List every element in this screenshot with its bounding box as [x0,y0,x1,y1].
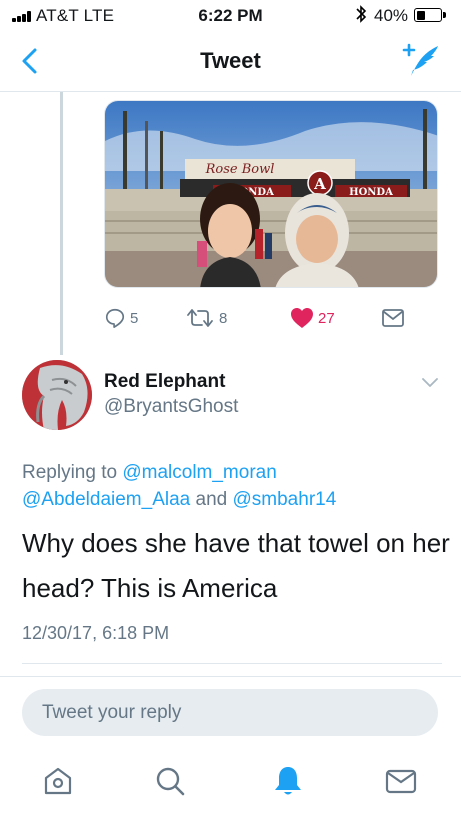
retweet-count: 8 [219,309,228,327]
compose-tweet-button[interactable] [398,40,442,80]
nav-bar: Tweet [0,30,461,92]
like-count: 27 [318,309,335,327]
tweet-text: Why does she have that towel on her head… [22,528,450,603]
retweet-icon [187,309,213,327]
tab-search[interactable] [152,763,188,799]
tweet-timestamp: 12/30/17, 6:18 PM [22,623,170,643]
reply-count: 5 [130,309,139,327]
retweet-action[interactable]: 8 [185,305,227,331]
compose-tweet-icon [402,43,438,76]
mention-link[interactable]: @malcolm_moran [122,462,276,483]
home-icon [44,767,72,795]
tab-home[interactable] [40,763,76,799]
search-icon [156,767,185,796]
divider [22,663,442,664]
tweet-options-button[interactable] [420,376,440,390]
thread-connector-line [60,92,63,355]
sign-script-text: Rose Bowl [205,162,275,177]
avatar[interactable] [22,360,92,430]
direct-message-action[interactable] [381,305,405,331]
replying-label: Replying to [22,462,118,483]
reply-icon [105,308,125,328]
bluetooth-icon [355,4,367,29]
chevron-down-icon [422,378,438,387]
mention-link[interactable]: @smbahr14 [233,489,337,510]
reply-placeholder: Tweet your reply [42,702,182,723]
author-handle[interactable]: @BryantsGhost [104,396,238,418]
elephant-avatar-image [22,360,92,430]
battery-tip [443,12,446,18]
battery-percent: 40% [374,6,409,25]
tab-messages[interactable] [383,763,419,799]
battery-icon [414,8,442,22]
sign-emblem-text: A [313,175,326,193]
notifications-icon [275,767,301,795]
sign-right-text: HONDA [349,187,393,198]
photo-image: HONDA HONDA A Rose Bowl [105,101,437,287]
replying-to-line: Replying to @malcolm_moran @Abdeldaiem_A… [22,459,442,513]
reply-input[interactable]: Tweet your reply [22,689,438,736]
envelope-icon [382,309,404,327]
divider [0,676,461,677]
tab-notifications[interactable] [270,763,306,799]
heart-icon [291,308,313,328]
tweet-media-photo[interactable]: HONDA HONDA A Rose Bowl [104,100,438,288]
messages-icon [385,769,417,794]
mention-joiner: and [195,489,228,510]
status-bar: AT&T LTE 6:22 PM 40% [0,0,461,30]
like-action[interactable]: 27 [290,305,335,331]
mention-link[interactable]: @Abdeldaiem_Alaa [22,489,190,510]
page-title: Tweet [200,48,261,73]
reply-action[interactable]: 5 [104,305,138,331]
author-name[interactable]: Red Elephant [104,371,225,393]
